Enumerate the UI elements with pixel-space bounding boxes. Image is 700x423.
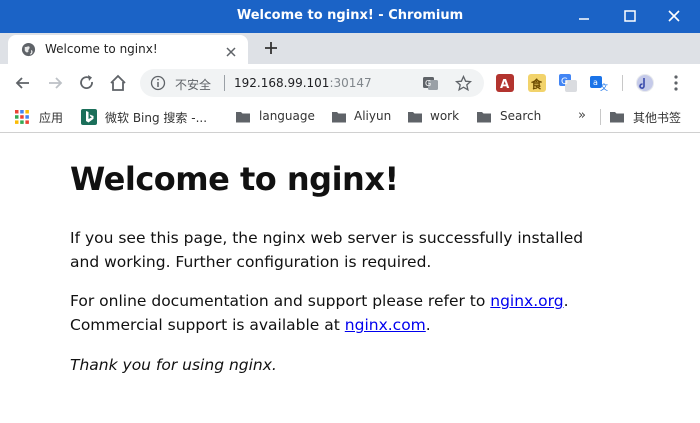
page-heading: Welcome to nginx!: [70, 160, 399, 198]
info-icon[interactable]: [150, 75, 166, 95]
reload-icon: [80, 75, 93, 90]
bookmark-label: Search: [500, 109, 542, 123]
new-tab-button[interactable]: [262, 39, 280, 57]
bookmark-other[interactable]: 其他书签: [609, 108, 693, 126]
tab-strip: Welcome to nginx!: [0, 33, 700, 64]
acrobat-extension-icon[interactable]: A: [496, 74, 514, 92]
documentation-paragraph: For online documentation and support ple…: [70, 289, 630, 337]
address-bar[interactable]: 不安全 192.168.99.101:30147 G: [140, 69, 484, 97]
bookmark-folder-language[interactable]: language: [235, 108, 319, 126]
bookmark-folder-work[interactable]: work: [407, 108, 463, 126]
maximize-button[interactable]: [617, 4, 643, 28]
bookmark-folder-aliyun[interactable]: Aliyun: [331, 108, 395, 126]
bookmarks-bar: 应用 微软 Bing 搜索 -... language Aliyun work …: [0, 102, 700, 133]
bing-icon: [81, 109, 97, 128]
bookmark-label: language: [259, 109, 315, 123]
bookmark-label: 应用: [39, 111, 64, 125]
google-translate-extension-icon[interactable]: G: [559, 74, 577, 92]
svg-text:A: A: [500, 77, 510, 91]
url-text[interactable]: 192.168.99.101:30147: [234, 76, 372, 90]
bookmarks-overflow-button[interactable]: »: [578, 108, 586, 123]
minimize-button[interactable]: [571, 4, 597, 28]
reload-button[interactable]: [77, 73, 97, 93]
maximize-icon: [624, 10, 636, 22]
home-icon: [110, 74, 126, 91]
media-extension-icon[interactable]: [636, 74, 654, 92]
kebab-menu-icon: [674, 75, 678, 91]
folder-icon: [331, 109, 347, 128]
globe-icon: [21, 42, 36, 61]
translate-extension-icon[interactable]: a文: [590, 74, 608, 92]
tab-close-icon[interactable]: [225, 43, 237, 62]
url-host: 192.168.99.101: [234, 76, 330, 90]
folder-icon: [235, 109, 251, 128]
bookmark-bing[interactable]: 微软 Bing 搜索 -...: [81, 108, 221, 126]
security-label[interactable]: 不安全: [175, 76, 211, 93]
forward-button[interactable]: [45, 73, 65, 93]
back-arrow-icon: [15, 77, 29, 89]
bookmark-label: Aliyun: [354, 109, 392, 123]
thank-you-paragraph: Thank you for using nginx.: [70, 356, 277, 374]
folder-icon: [476, 109, 492, 128]
bookmarks-separator: [600, 109, 601, 125]
svg-text:食: 食: [531, 77, 543, 91]
page-content: Welcome to nginx! If you see this page, …: [70, 160, 630, 374]
bookmark-label: 其他书签: [633, 111, 682, 125]
forward-arrow-icon: [49, 77, 63, 89]
svg-text:a: a: [593, 78, 598, 87]
browser-menu-button[interactable]: [666, 73, 686, 93]
bookmark-star-icon[interactable]: [454, 74, 473, 96]
nginx-org-link[interactable]: nginx.org: [490, 292, 563, 310]
folder-icon: [407, 109, 423, 128]
tab-title: Welcome to nginx!: [45, 42, 158, 56]
svg-text:文: 文: [600, 82, 608, 92]
plus-icon: [265, 42, 277, 54]
bookmark-apps[interactable]: 应用: [14, 108, 74, 126]
paragraph-text: Commercial support is available at: [70, 316, 345, 334]
tab-welcome[interactable]: Welcome to nginx!: [8, 35, 248, 64]
folder-icon: [609, 109, 625, 128]
bookmark-label: 微软 Bing 搜索 -...: [105, 111, 208, 125]
home-button[interactable]: [108, 73, 128, 93]
nginx-com-link[interactable]: nginx.com: [345, 316, 426, 334]
minimize-icon: [579, 18, 589, 20]
bookmark-folder-search[interactable]: Search: [476, 108, 546, 126]
paragraph-text: .: [563, 292, 569, 310]
dictionary-extension-icon[interactable]: 食: [528, 74, 546, 92]
close-icon: [668, 10, 680, 22]
omnibox-divider: [224, 75, 225, 91]
paragraph-text: For online documentation and support ple…: [70, 292, 491, 310]
close-window-button[interactable]: [661, 4, 687, 28]
toolbar-separator: [622, 75, 623, 91]
url-port: :30147: [329, 76, 372, 90]
back-button[interactable]: [13, 73, 33, 93]
apps-grid-icon: [14, 109, 30, 128]
svg-text:G: G: [561, 77, 568, 87]
intro-paragraph: If you see this page, the nginx web serv…: [70, 229, 584, 271]
svg-text:G: G: [425, 79, 431, 88]
paragraph-text: .: [425, 316, 431, 334]
browser-toolbar: 不安全 192.168.99.101:30147 G A 食 G a文: [0, 64, 700, 102]
window-titlebar: Welcome to nginx! - Chromium: [0, 0, 700, 33]
page-translate-icon[interactable]: G: [422, 75, 439, 96]
bookmark-label: work: [430, 109, 460, 123]
